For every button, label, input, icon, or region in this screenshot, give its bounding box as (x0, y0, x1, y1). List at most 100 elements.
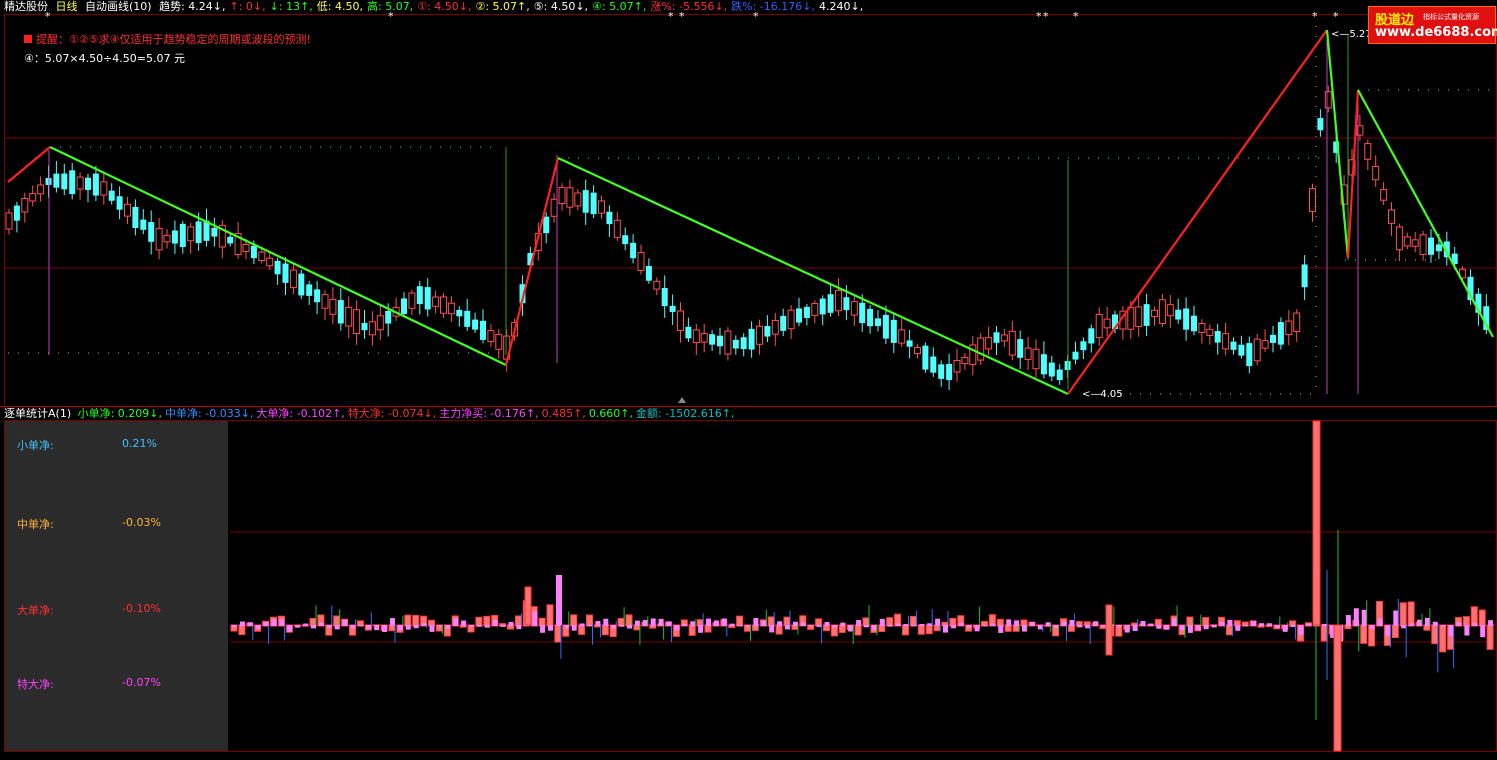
indicator-name[interactable]: 自动画线(10) (85, 0, 152, 13)
bar-large (1186, 616, 1194, 627)
candle-body-up (124, 203, 131, 217)
bar-xlarge (239, 621, 245, 626)
candle-body-down (227, 236, 234, 244)
bar-xlarge (1401, 625, 1407, 629)
bar-large (1320, 624, 1328, 642)
bar-xlarge (1227, 619, 1233, 626)
candle-body-down (717, 335, 723, 347)
sub-indicator-name[interactable]: 逐单统计A(1) (4, 407, 71, 420)
candle-body-up (321, 294, 329, 309)
sub-value-0: 小单净: 0.209↓, (77, 407, 163, 420)
candle-body-down (669, 305, 676, 312)
bar-xlarge (556, 575, 562, 625)
bar-xlarge (919, 624, 925, 626)
bar-large (736, 615, 744, 627)
candle-body-down (13, 205, 20, 221)
bar-xlarge (279, 619, 285, 626)
sub-value-6: 0.660↑, (588, 407, 634, 420)
bar-xlarge (1124, 625, 1130, 633)
bar-xlarge (1164, 625, 1170, 630)
bar-xlarge (303, 623, 309, 626)
bar-xlarge (611, 625, 617, 629)
candle-body-down (938, 364, 945, 379)
brand-logo: 股道边 指标公式量化资源 www.de6688.com (1368, 6, 1497, 44)
bar-xlarge (1243, 625, 1249, 627)
sub-value-2: 大单净: -0.102↑, (256, 407, 345, 420)
candle-body-down (61, 173, 68, 190)
candle-body-down (92, 173, 99, 196)
candle-body-up (977, 337, 985, 361)
bar-large (546, 604, 554, 627)
bar-xlarge (603, 618, 609, 626)
bar-xlarge (737, 625, 743, 627)
candle-body-up (440, 296, 447, 314)
bar-xlarge (595, 621, 601, 626)
candle-body-down (1183, 308, 1190, 330)
candle-body-up (1206, 328, 1214, 336)
sub-indicator-values: 小单净: 0.209↓, 中单净: -0.033↓, 大单净: -0.102↑, 特大… (78, 407, 738, 420)
candle-body-up (637, 252, 645, 271)
stock-name[interactable]: 精达股份 (4, 0, 48, 13)
candle-body-up (1388, 209, 1395, 224)
header-value-6: ②: 5.07↑, (475, 0, 530, 13)
bar-xlarge (484, 625, 490, 628)
bar-xlarge (1385, 625, 1391, 636)
bar-large (601, 624, 609, 636)
bar-xlarge (1424, 617, 1430, 626)
candle-body-down (922, 345, 929, 370)
candle-body-up (368, 321, 376, 336)
candle-body-up (850, 301, 858, 316)
candle-body-down (85, 177, 91, 190)
bar-xlarge (311, 625, 316, 629)
bar-large (412, 614, 420, 627)
candle-body-up (1166, 304, 1174, 317)
candle-body-up (1135, 306, 1143, 327)
candle-body-down (1317, 118, 1324, 131)
bar-xlarge (935, 618, 941, 626)
bar-large (514, 615, 522, 627)
candle-body-down (1301, 264, 1308, 288)
candle-body-down (882, 314, 889, 339)
sub-value-7: 金额: -1502.616↑, (636, 407, 735, 420)
candle-body-down (53, 173, 60, 188)
candle-body-down (179, 223, 186, 248)
bar-xlarge (982, 625, 988, 627)
period-label[interactable]: 日线 (56, 0, 78, 13)
bar-xlarge (816, 625, 822, 627)
sub-value-4: 主力净买: -0.176↑, (439, 407, 539, 420)
sub-chart-header: 逐单统计A(1) 小单净: 0.209↓, 中单净: -0.033↓, 大单净: -… (4, 407, 740, 421)
order-summary-panel: 小单净: 0.21% 中单净: -0.03% 大单净: -0.10% 特大净: -0.0… (5, 421, 228, 751)
candle-body-down (859, 302, 866, 324)
candle-body-up (1032, 348, 1040, 370)
candle-body-down (416, 286, 423, 305)
bar-xlarge (903, 624, 909, 626)
collapse-arrow-icon (678, 397, 686, 403)
candle-body-down (456, 309, 463, 317)
star-marker-icon: * (1073, 10, 1079, 23)
candle-body-up (329, 298, 337, 315)
candle-body-down (780, 315, 787, 331)
bar-xlarge (753, 618, 759, 626)
bar-large (1431, 624, 1439, 645)
candle-body-down (195, 221, 202, 244)
bar-large (586, 614, 593, 627)
side-label: 大单净: (17, 604, 54, 617)
candle-body-up (289, 269, 297, 289)
bar-xlarge (1377, 618, 1383, 626)
bar-xlarge (974, 625, 980, 632)
candle-body-down (211, 227, 218, 237)
candle-body-up (787, 309, 795, 330)
bar-xlarge (1353, 608, 1359, 626)
bar-xlarge (318, 622, 324, 626)
bar-xlarge (1409, 623, 1415, 626)
bar-xlarge (634, 620, 640, 626)
side-value: 0.21% (122, 437, 157, 450)
bar-xlarge (1077, 625, 1083, 628)
candle-body-down (1270, 334, 1276, 343)
bar-xlarge (1187, 625, 1193, 633)
trend-segment (7, 146, 51, 183)
candle-body-down (464, 310, 471, 327)
candle-body-up (961, 356, 969, 365)
bar-xlarge (1219, 621, 1225, 626)
candle-body-down (1048, 362, 1055, 377)
